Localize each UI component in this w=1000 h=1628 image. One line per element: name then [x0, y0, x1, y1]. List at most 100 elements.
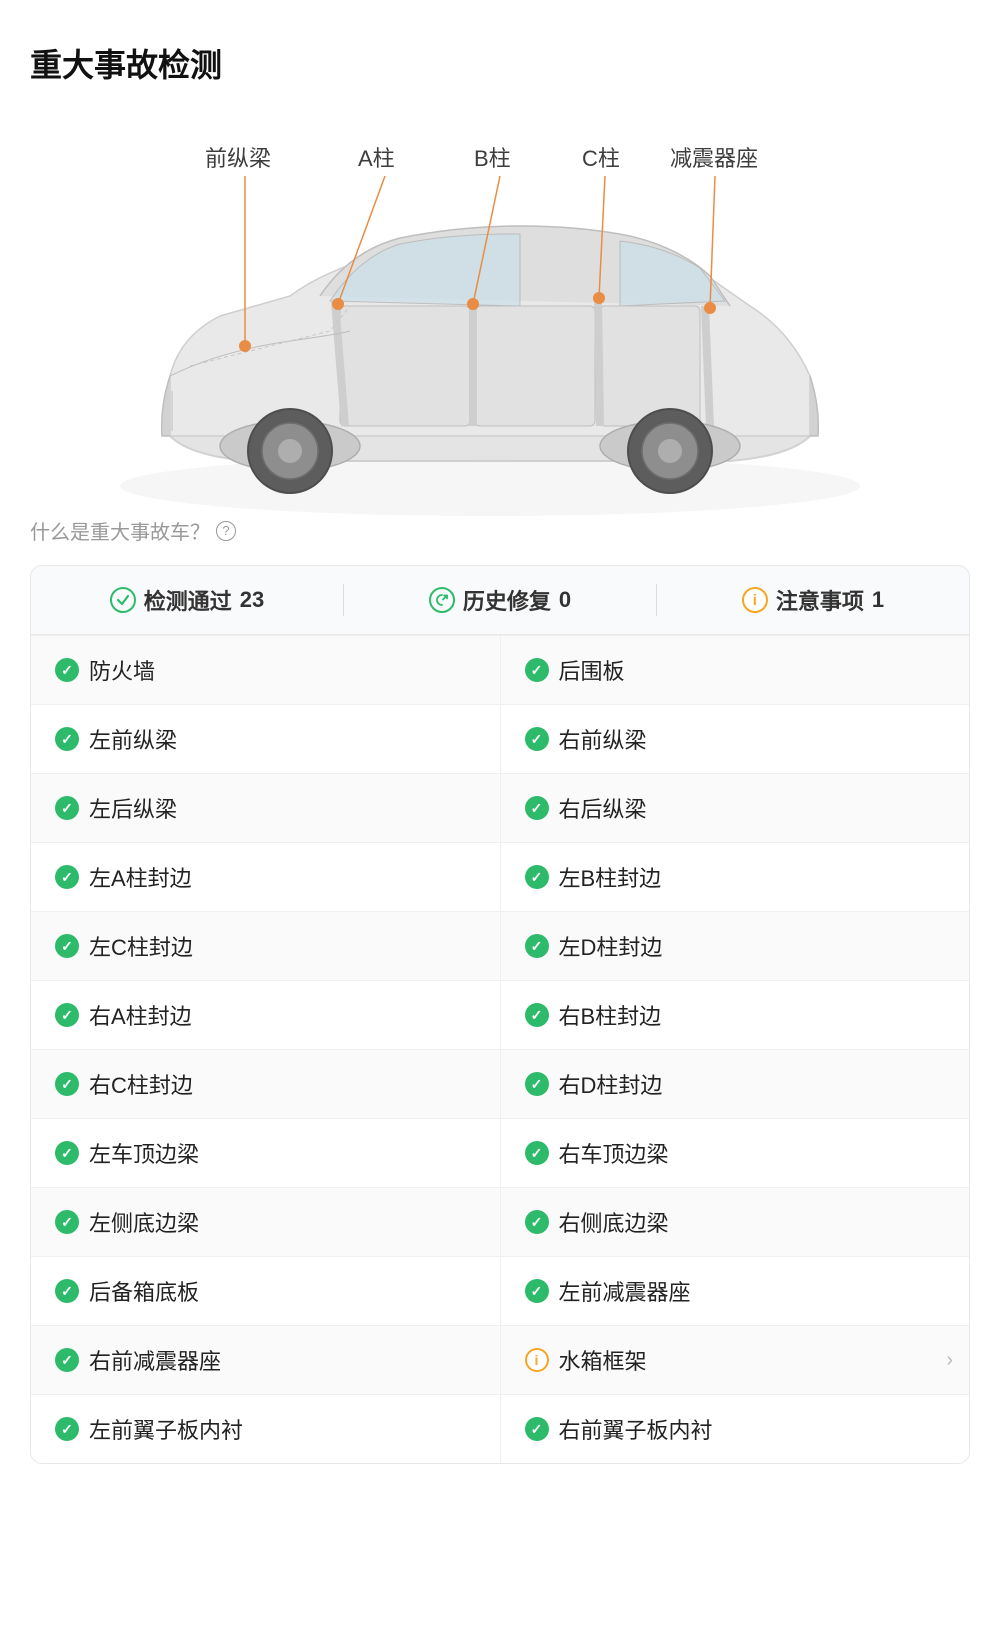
check-icon-green — [525, 1210, 549, 1234]
check-icon-green — [55, 658, 79, 682]
check-icon-green — [55, 865, 79, 889]
checklist-item-label: 水箱框架 — [559, 1344, 647, 1376]
checklist-item-label: 右车顶边梁 — [559, 1137, 669, 1169]
checklist-item-label: 左C柱封边 — [89, 930, 193, 962]
checklist-cell: 右侧底边梁 — [501, 1188, 970, 1256]
car-svg: 前纵梁 A柱 B柱 C柱 减震器座 — [30, 116, 970, 516]
summary-repaired: 历史修复 0 — [344, 584, 657, 616]
table-row: 左C柱封边 左D柱封边 — [31, 911, 969, 980]
checklist-cell: 左B柱封边 — [501, 843, 970, 911]
checklist-item-label: 右前纵梁 — [559, 723, 647, 755]
checklist-cell: 后围板 — [501, 636, 970, 704]
svg-text:C柱: C柱 — [582, 146, 620, 171]
checklist-item-label: 右前减震器座 — [89, 1344, 221, 1376]
checklist-item-label: 右B柱封边 — [559, 999, 662, 1031]
checklist-item-label: 右A柱封边 — [89, 999, 192, 1031]
check-icon-green — [525, 1141, 549, 1165]
checklist-cell: 右A柱封边 — [31, 981, 501, 1049]
page-title: 重大事故检测 — [30, 40, 970, 86]
summary-repaired-count: 0 — [559, 587, 571, 613]
checklist-cell-warning[interactable]: i 水箱框架 › — [501, 1326, 970, 1394]
check-icon-green — [55, 1210, 79, 1234]
table-row: 左侧底边梁 右侧底边梁 — [31, 1187, 969, 1256]
checklist-item-label: 后围板 — [559, 654, 625, 686]
checklist-cell: 左C柱封边 — [31, 912, 501, 980]
checklist-cell: 左侧底边梁 — [31, 1188, 501, 1256]
checklist-item-label: 左后纵梁 — [89, 792, 177, 824]
check-icon-green — [525, 1003, 549, 1027]
checklist-cell: 左前翼子板内衬 — [31, 1395, 501, 1463]
checklist-item-label: 防火墙 — [89, 654, 155, 686]
checklist-cell: 右前纵梁 — [501, 705, 970, 773]
checklist-item-label: 左车顶边梁 — [89, 1137, 199, 1169]
car-diagram: 前纵梁 A柱 B柱 C柱 减震器座 — [30, 116, 970, 516]
summary-notes-label: 注意事项 — [776, 584, 864, 616]
table-row: 左前纵梁 右前纵梁 — [31, 704, 969, 773]
summary-notes: i 注意事项 1 — [657, 584, 969, 616]
checklist-item-label: 左A柱封边 — [89, 861, 192, 893]
checklist-cell: 右D柱封边 — [501, 1050, 970, 1118]
checklist-item-label: 右C柱封边 — [89, 1068, 193, 1100]
summary-passed-count: 23 — [240, 587, 264, 613]
checklist-cell: 右后纵梁 — [501, 774, 970, 842]
check-icon-green — [55, 1279, 79, 1303]
svg-text:减震器座: 减震器座 — [670, 146, 758, 171]
check-icon-green — [525, 1072, 549, 1096]
subtitle[interactable]: 什么是重大事故车？ ? — [30, 516, 970, 545]
checklist-cell: 左前减震器座 — [501, 1257, 970, 1325]
check-circle-icon — [110, 587, 136, 613]
checklist-item-label: 左前翼子板内衬 — [89, 1413, 243, 1445]
checklist-cell: 后备箱底板 — [31, 1257, 501, 1325]
svg-text:A柱: A柱 — [358, 146, 395, 171]
table-row: 左A柱封边 左B柱封边 — [31, 842, 969, 911]
checklist-cell: 右前减震器座 — [31, 1326, 501, 1394]
check-icon-green — [55, 796, 79, 820]
checklist-cell: 左后纵梁 — [31, 774, 501, 842]
check-icon-green — [55, 727, 79, 751]
summary-passed-label: 检测通过 — [144, 584, 232, 616]
summary-notes-count: 1 — [872, 587, 884, 613]
checklist-item-label: 左前减震器座 — [559, 1275, 691, 1307]
repair-icon — [429, 587, 455, 613]
checklist-cell: 左A柱封边 — [31, 843, 501, 911]
checklist-item-label: 左B柱封边 — [559, 861, 662, 893]
check-icon-green — [55, 1417, 79, 1441]
checklist-item-label: 右D柱封边 — [559, 1068, 663, 1100]
checklist-item-label: 后备箱底板 — [89, 1275, 199, 1307]
summary-bar: 检测通过 23 历史修复 0 i 注意事项 1 — [30, 565, 970, 635]
checklist-item-label: 右侧底边梁 — [559, 1206, 669, 1238]
check-icon-green — [525, 1279, 549, 1303]
table-row: 左前翼子板内衬 右前翼子板内衬 — [31, 1394, 969, 1463]
checklist-cell: 左前纵梁 — [31, 705, 501, 773]
checklist-item-label: 左前纵梁 — [89, 723, 177, 755]
checklist-cell: 防火墙 — [31, 636, 501, 704]
checklist-cell: 右B柱封边 — [501, 981, 970, 1049]
checklist: 防火墙 后围板 左前纵梁 右前纵梁 左后纵梁 — [30, 635, 970, 1464]
table-row: 防火墙 后围板 — [31, 635, 969, 704]
checklist-cell: 右C柱封边 — [31, 1050, 501, 1118]
table-row: 后备箱底板 左前减震器座 — [31, 1256, 969, 1325]
check-icon-green — [55, 1141, 79, 1165]
table-row[interactable]: 右前减震器座 i 水箱框架 › — [31, 1325, 969, 1394]
check-icon-green — [55, 934, 79, 958]
check-icon-green — [55, 1003, 79, 1027]
summary-passed: 检测通过 23 — [31, 584, 344, 616]
table-row: 左后纵梁 右后纵梁 — [31, 773, 969, 842]
table-row: 右C柱封边 右D柱封边 — [31, 1049, 969, 1118]
checklist-item-label: 右前翼子板内衬 — [559, 1413, 713, 1445]
summary-repaired-label: 历史修复 — [463, 584, 551, 616]
table-row: 左车顶边梁 右车顶边梁 — [31, 1118, 969, 1187]
checklist-cell: 右车顶边梁 — [501, 1119, 970, 1187]
checklist-item-label: 左D柱封边 — [559, 930, 663, 962]
info-icon: ? — [216, 521, 236, 541]
checklist-item-label: 左侧底边梁 — [89, 1206, 199, 1238]
svg-text:B柱: B柱 — [474, 146, 511, 171]
check-icon-green — [55, 1072, 79, 1096]
checklist-item-label: 右后纵梁 — [559, 792, 647, 824]
svg-text:前纵梁: 前纵梁 — [205, 146, 271, 171]
check-icon-green — [525, 934, 549, 958]
check-icon-green — [525, 865, 549, 889]
check-icon-green — [525, 658, 549, 682]
info-warning-icon: i — [525, 1348, 549, 1372]
table-row: 右A柱封边 右B柱封边 — [31, 980, 969, 1049]
